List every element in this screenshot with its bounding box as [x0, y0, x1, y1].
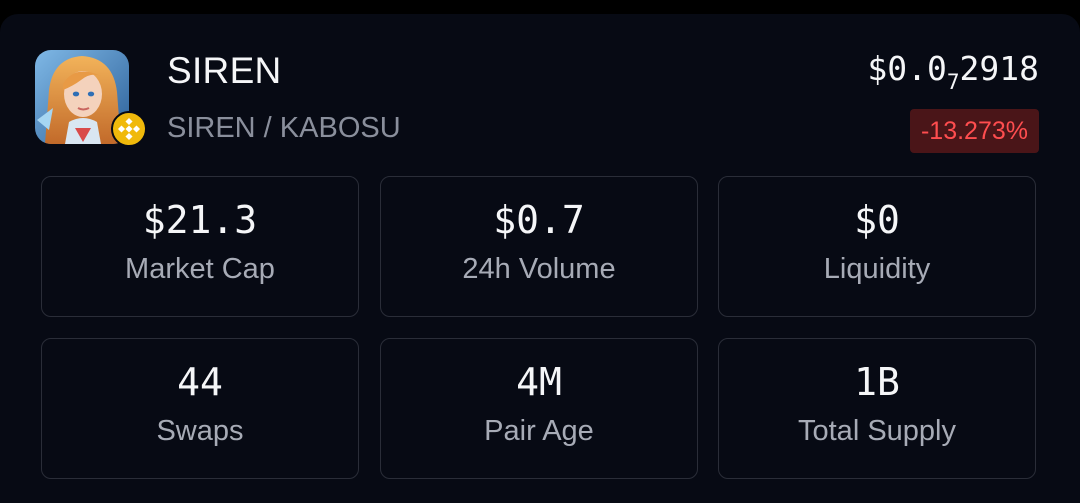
stat-label: Total Supply — [798, 415, 956, 447]
price-prefix: $0.0 — [867, 49, 947, 88]
token-price: $0.072918 — [867, 49, 1039, 93]
token-info-card: SIREN SIREN / KABOSU $0.072918 -13.273% … — [0, 14, 1080, 503]
stat-label: Pair Age — [484, 415, 594, 447]
stat-market-cap: $21.3 Market Cap — [41, 176, 359, 317]
bnb-chain-icon — [117, 117, 141, 141]
stat-value: 44 — [177, 360, 223, 404]
stat-24h-volume: $0.7 24h Volume — [380, 176, 698, 317]
stat-value: $0.7 — [493, 198, 585, 242]
pair-name: SIREN / KABOSU — [167, 112, 401, 144]
bnb-chain-badge — [111, 111, 147, 147]
stat-value: 4M — [516, 360, 562, 404]
price-digits: 2918 — [959, 49, 1039, 88]
stat-label: 24h Volume — [462, 253, 616, 285]
price-change-badge: -13.273% — [909, 109, 1039, 153]
stat-label: Liquidity — [823, 253, 931, 285]
stat-liquidity: $0 Liquidity — [718, 176, 1036, 317]
stat-label: Market Cap — [125, 253, 275, 285]
stat-swaps: 44 Swaps — [41, 338, 359, 479]
stat-value: $0 — [854, 198, 900, 242]
stat-value: 1B — [854, 360, 900, 404]
stat-label: Swaps — [156, 415, 244, 447]
stat-total-supply: 1B Total Supply — [718, 338, 1036, 479]
price-zero-count: 7 — [946, 70, 960, 94]
stat-value: $21.3 — [142, 198, 258, 242]
token-name: SIREN — [167, 50, 282, 91]
stat-pair-age: 4M Pair Age — [380, 338, 698, 479]
